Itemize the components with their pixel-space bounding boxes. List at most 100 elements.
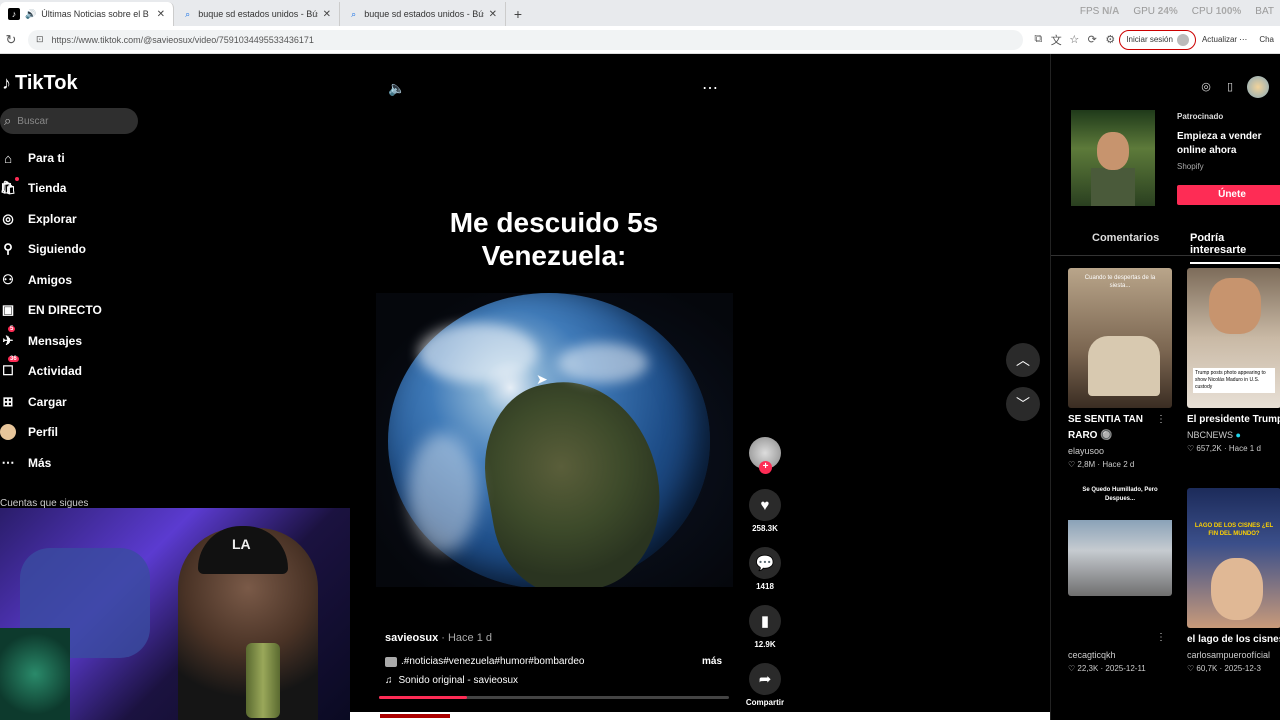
- update-button[interactable]: Actualizar ⋯: [1196, 35, 1253, 44]
- new-tab-button[interactable]: +: [506, 2, 530, 26]
- heart-outline-icon: ♡: [1068, 460, 1076, 469]
- join-button[interactable]: Únete: [1177, 185, 1280, 205]
- phone-icon[interactable]: ▯: [1223, 80, 1237, 94]
- recommended-video-card[interactable]: Trump posts photo appearing to show Nico…: [1187, 268, 1280, 453]
- sidebar-item-para-ti[interactable]: ⌂ Para ti: [0, 150, 65, 166]
- video-player-area[interactable]: 🔈 ⋯ Me descuido 5s Venezuela: ➤ savieosu…: [350, 54, 1050, 720]
- recommended-video-card[interactable]: LAGO DE LOS CISNES ¿EL FIN DEL MUNDO? el…: [1187, 488, 1280, 673]
- activity-badge: 36: [8, 356, 19, 362]
- video-thumbnail: Cuando te despertas de la siesta...: [1068, 268, 1172, 408]
- ad-brand: Shopify: [1177, 162, 1204, 171]
- shop-icon: 🛍: [0, 177, 19, 196]
- star-icon[interactable]: ☆: [1065, 33, 1083, 46]
- card-user[interactable]: elayusoo: [1068, 446, 1172, 456]
- compass-icon[interactable]: ◎: [1199, 80, 1213, 94]
- close-icon[interactable]: ✕: [157, 9, 165, 20]
- home-icon: ⌂: [4, 150, 12, 166]
- sidebar-item-en-directo[interactable]: ▣ EN DIRECTO: [0, 302, 102, 318]
- right-tabs: Comentarios Podría interesarte: [1051, 230, 1280, 264]
- share-label: Compartir: [745, 698, 785, 707]
- more-vertical-icon[interactable]: ⋮: [1156, 414, 1166, 425]
- earth-globe: [388, 293, 710, 587]
- chat-button[interactable]: Cha: [1253, 35, 1280, 44]
- avatar: [1176, 33, 1189, 46]
- video-description: .#noticias#venezuela#humor#bombardeo: [385, 656, 584, 667]
- tab-podria-interesarte[interactable]: Podría interesarte: [1190, 232, 1280, 264]
- thumbnail-text: LAGO DE LOS CISNES ¿EL FIN DEL MUNDO?: [1194, 523, 1274, 537]
- card-title: El presidente Trump publicó un...: [1187, 414, 1280, 425]
- sidebar-item-cargar[interactable]: ⊞ Cargar: [0, 394, 67, 410]
- recommended-video-card[interactable]: Cuando te despertas de la siesta... SE S…: [1068, 268, 1172, 469]
- more-text-button[interactable]: más: [702, 656, 722, 667]
- sidebar-item-perfil[interactable]: Perfil: [0, 424, 58, 440]
- next-video-button[interactable]: ﹀: [1006, 387, 1040, 421]
- site-info-icon[interactable]: ⊡: [36, 34, 44, 45]
- sidebar-item-tienda[interactable]: 🛍 Tienda: [0, 177, 66, 196]
- creator-avatar[interactable]: +: [749, 437, 781, 474]
- search-input[interactable]: ⌕ Buscar: [0, 108, 138, 134]
- sidebar-item-siguiendo[interactable]: ⚲ Siguiendo: [0, 241, 86, 257]
- tab-comentarios[interactable]: Comentarios: [1092, 232, 1159, 244]
- heart-icon: ♥: [760, 496, 770, 514]
- open-external-icon[interactable]: ⧉: [1029, 33, 1047, 46]
- live-icon: ▣: [1, 302, 15, 317]
- share-button[interactable]: ➦: [749, 663, 781, 695]
- heart-outline-icon: ♡: [1187, 664, 1195, 673]
- comment-count: 1418: [756, 582, 774, 591]
- card-stats: ♡ 2,8M · Hace 2 d: [1068, 460, 1135, 469]
- chevron-up-icon: ︿: [1016, 352, 1030, 368]
- bottom-strip: [350, 712, 1050, 720]
- emoji-icon: [385, 656, 397, 667]
- card-user[interactable]: cecagticqkh: [1068, 650, 1172, 660]
- browser-tab-search-1[interactable]: ⌕ buque sd estados unidos - Búsque ✕: [174, 2, 340, 26]
- compass-icon: ◎: [2, 211, 14, 226]
- extensions-icon[interactable]: ⚙: [1101, 33, 1119, 46]
- sidebar-item-mensajes[interactable]: ✈ 5 Mensajes: [0, 326, 82, 349]
- volume-icon[interactable]: 🔈: [388, 80, 405, 97]
- comment-button[interactable]: 💬: [749, 547, 781, 579]
- bookmark-icon: ▮: [760, 613, 770, 630]
- mouse-cursor-icon: ➤: [536, 371, 548, 387]
- perf-gpu: GPU 24%: [1133, 6, 1178, 17]
- video-frame-earth[interactable]: ➤: [376, 293, 733, 587]
- video-username[interactable]: savieosux: [385, 632, 438, 644]
- browser-tab-search-2[interactable]: ⌕ buque sd estados unidos - Búsque ✕: [340, 2, 506, 26]
- address-bar-row: ↻ ⊡ https://www.tiktok.com/@savieosux/vi…: [0, 26, 1280, 54]
- previous-video-button[interactable]: ︿: [1006, 343, 1040, 377]
- recommended-video-card[interactable]: Se Quedo Humillado, Pero Despues... ceca…: [1068, 484, 1172, 673]
- search-icon: ⌕: [185, 8, 191, 19]
- card-stats: ♡ 657,2K · Hace 1 d: [1187, 444, 1261, 453]
- messages-icon: ✈ 5: [2, 326, 16, 348]
- tiktok-logo[interactable]: ♪ TikTok: [2, 72, 78, 95]
- signin-button[interactable]: Iniciar sesión: [1119, 29, 1196, 50]
- close-icon[interactable]: ✕: [489, 9, 497, 20]
- like-button[interactable]: ♥: [749, 489, 781, 521]
- follow-plus-icon[interactable]: +: [759, 461, 772, 474]
- card-user[interactable]: carlosampueroofícial: [1187, 650, 1280, 660]
- refresh-icon[interactable]: ⟳: [1083, 33, 1101, 46]
- card-user[interactable]: NBCNEWS ●: [1187, 430, 1280, 440]
- card-stats: ♡ 22,3K · 2025-12-11: [1068, 664, 1146, 673]
- save-button[interactable]: ▮: [749, 605, 781, 637]
- translate-icon[interactable]: 文: [1047, 32, 1065, 48]
- right-top-icons: ◎ ▯: [1199, 76, 1269, 98]
- close-icon[interactable]: ✕: [323, 9, 331, 20]
- reload-icon[interactable]: ↻: [0, 32, 22, 48]
- url-field[interactable]: ⊡ https://www.tiktok.com/@savieosux/vide…: [28, 29, 1024, 50]
- more-options-icon[interactable]: ⋯: [702, 78, 719, 98]
- sidebar-item-amigos[interactable]: ⚇ Amigos: [0, 272, 72, 288]
- sidebar-item-explorar[interactable]: ◎ Explorar: [0, 211, 76, 227]
- video-sound[interactable]: ♫ Sonido original - savieosux: [385, 675, 518, 686]
- video-progress-bar[interactable]: [379, 696, 729, 699]
- more-vertical-icon[interactable]: ⋮: [1156, 632, 1166, 643]
- sound-label: Sonido original - savieosux: [398, 675, 519, 686]
- video-time: · Hace 1 d: [438, 632, 493, 644]
- tab-title: Últimas Noticias sobre el Bom: [41, 9, 149, 19]
- sidebar-item-actividad[interactable]: ☐ 36 Actividad: [0, 356, 82, 379]
- sidebar-item-mas[interactable]: ⋯ Más: [0, 455, 52, 471]
- browser-tab-tiktok[interactable]: ♪ 🔊 Últimas Noticias sobre el Bom ✕: [0, 2, 174, 26]
- user-avatar[interactable]: [1247, 76, 1269, 98]
- ad-image: [1071, 110, 1155, 206]
- card-title: el lago de los cisnes suena en...: [1187, 634, 1280, 645]
- video-hashtags[interactable]: .#noticias#venezuela#humor#bombardeo: [401, 656, 584, 667]
